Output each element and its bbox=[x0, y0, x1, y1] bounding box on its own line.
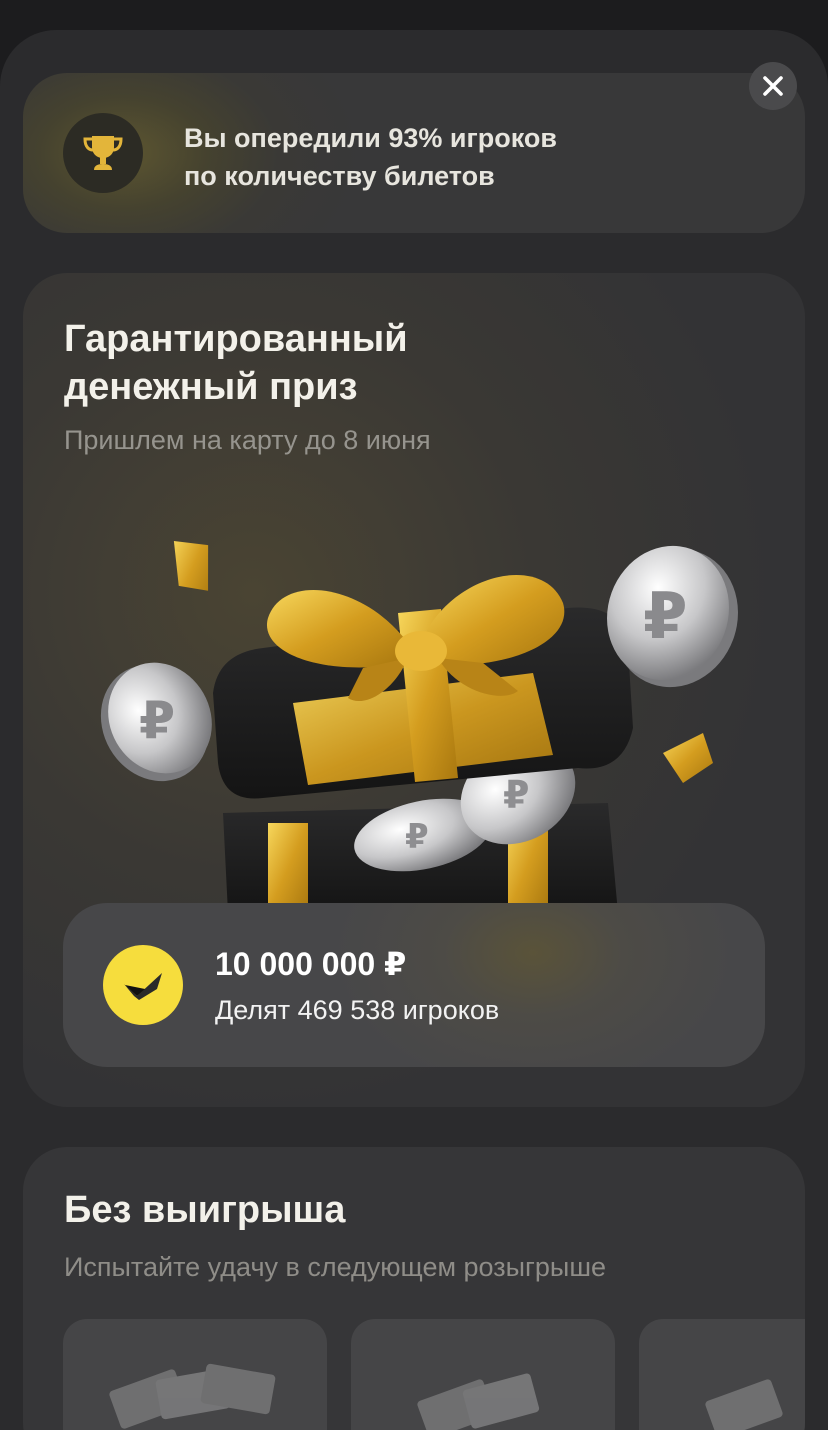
money-stack-icon bbox=[705, 1379, 783, 1430]
money-stack-icon bbox=[417, 1373, 540, 1430]
prize-title-line-1: Гарантированный bbox=[64, 318, 408, 360]
ticket-card[interactable] bbox=[63, 1319, 327, 1430]
no-win-card: Без выигрыша Испытайте удачу в следующем… bbox=[23, 1147, 805, 1430]
check-badge bbox=[103, 945, 183, 1025]
prize-card: Гарантированный денежный приз Пришлем на… bbox=[23, 273, 805, 1107]
money-stack-icon bbox=[109, 1363, 276, 1429]
gift-illustration: ₽ ₽ ₽ ₽ bbox=[100, 540, 738, 913]
prize-subtitle: Пришлем на карту до 8 июня bbox=[64, 425, 431, 455]
trophy-icon bbox=[83, 136, 123, 170]
prize-amount: 10 000 000 ₽ bbox=[215, 946, 407, 982]
no-win-subtitle: Испытайте удачу в следующем розыгрыше bbox=[64, 1252, 607, 1282]
prize-share-text: Делят 469 538 игроков bbox=[215, 995, 500, 1025]
no-win-title: Без выигрыша bbox=[64, 1189, 346, 1231]
close-icon bbox=[763, 76, 783, 96]
svg-text:₽: ₽ bbox=[405, 817, 429, 857]
rank-line-1: Вы опередили 93% игроков bbox=[184, 123, 557, 153]
results-sheet: Вы опередили 93% игроков по количеству б… bbox=[0, 30, 828, 1430]
amount-pill: 10 000 000 ₽ Делят 469 538 игроков bbox=[63, 903, 765, 1067]
rank-line-2: по количеству билетов bbox=[184, 161, 495, 191]
svg-text:₽: ₽ bbox=[139, 691, 175, 751]
prize-title: Гарантированный денежный приз bbox=[64, 315, 408, 411]
check-icon bbox=[124, 973, 162, 1000]
prize-title-line-2: денежный приз bbox=[64, 366, 358, 408]
ticket-card[interactable] bbox=[351, 1319, 615, 1430]
trophy-badge bbox=[63, 113, 143, 193]
close-button[interactable] bbox=[749, 62, 797, 110]
rank-text: Вы опередили 93% игроков по количеству б… bbox=[184, 119, 557, 195]
svg-text:₽: ₽ bbox=[503, 773, 529, 817]
rank-card: Вы опередили 93% игроков по количеству б… bbox=[23, 73, 805, 233]
svg-text:₽: ₽ bbox=[643, 580, 688, 654]
ticket-card[interactable] bbox=[639, 1319, 805, 1430]
